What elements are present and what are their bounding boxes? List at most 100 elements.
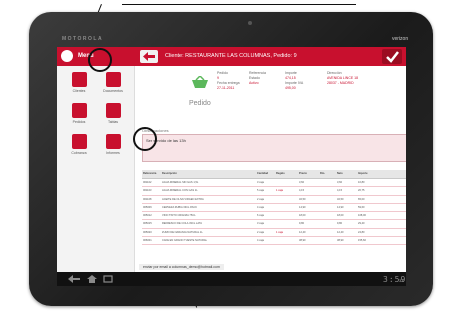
main-panel: Pedido Pedido 9 Fecha entrega 27-11-2011… xyxy=(137,66,406,272)
table-cell: 9,80 xyxy=(337,222,343,226)
collections-icon xyxy=(71,134,87,149)
table-cell: 9,80 xyxy=(299,222,305,226)
table-cell: CERVEZA RUBIA 33CL PACK xyxy=(162,205,197,209)
table-cell xyxy=(275,196,298,203)
table-cell: 12,40 xyxy=(337,230,344,234)
table-cell: 65,00 xyxy=(358,197,365,201)
table-cell xyxy=(319,229,336,236)
carrier-logo: verizon xyxy=(392,36,409,42)
order-label: Pedido xyxy=(189,100,211,107)
table-cell: 32,50 xyxy=(337,197,344,201)
sidebar-item-documentos[interactable]: Documentos xyxy=(98,72,128,93)
column-header[interactable]: Importe xyxy=(357,170,382,178)
table-cell: 3 caja xyxy=(257,222,264,226)
table-row[interactable]: 005006 CERVEZA RUBIA 33CL PACK 4 caja 14,90… xyxy=(142,204,406,213)
column-header[interactable]: Neto xyxy=(336,170,357,178)
table-cell: 108,00 xyxy=(358,214,366,218)
observations-field[interactable]: Ser servido de las 13h xyxy=(142,134,406,162)
table-row[interactable]: 005012 VINO TINTO CRIANZA 75CL 6 caja 18,00… xyxy=(142,212,406,221)
table-cell xyxy=(319,237,336,244)
sidebar-item-pedidos[interactable]: Pedidos xyxy=(64,103,94,124)
table-cell xyxy=(319,204,336,211)
table-cell: CAFE EN GRANO TUESTE NATURAL xyxy=(162,239,208,243)
table-cell: ZUMO DE NARANJA NATURAL 1L xyxy=(162,230,203,234)
order-field: Pedido 9 Fecha entrega 27-11-2011 xyxy=(217,71,240,91)
app-logo-icon[interactable] xyxy=(61,50,73,62)
table-cell: ACEITE DE OLIVA VIRGEN EXTRA xyxy=(162,197,204,201)
device-brand: MOTOROLA xyxy=(62,36,104,42)
table-cell: 38,90 xyxy=(337,239,344,243)
table-cell: 4 caja xyxy=(257,239,264,243)
table-cell: 59,60 xyxy=(358,205,365,209)
table-cell xyxy=(275,237,298,244)
back-button[interactable] xyxy=(140,50,158,63)
order-field: Referencia Estado Activo xyxy=(249,71,266,86)
table-cell: 3 caja xyxy=(257,181,264,184)
table-cell xyxy=(275,204,298,211)
table-cell: VINO TINTO CRIANZA 75CL xyxy=(162,214,196,218)
table-cell: 005012 xyxy=(143,214,152,218)
table-cell: 2 caja xyxy=(257,197,264,201)
reports-icon xyxy=(105,134,121,149)
column-header[interactable]: Dto. xyxy=(319,170,336,178)
table-row[interactable]: 001102 AGUA MINERAL SIN GAS 1,5L 3 caja 3,6… xyxy=(142,179,406,188)
table-cell: 12,40 xyxy=(299,230,306,234)
table-cell: 3,60 xyxy=(337,181,343,184)
table-cell: 005015 xyxy=(143,222,152,226)
sidebar-item-cobranza[interactable]: Cobranza xyxy=(64,134,94,155)
table-cell: 1 caja xyxy=(276,189,283,193)
sidebar-item-label: Cobranza xyxy=(71,151,87,155)
arrow-left-icon xyxy=(143,52,155,61)
table-row[interactable]: 001108 ACEITE DE OLIVA VIRGEN EXTRA 2 caja… xyxy=(142,196,406,204)
sidebar-item-label: Clientes xyxy=(72,89,86,93)
status-indicator: 33 xyxy=(399,278,404,283)
sidebar-item-clientes[interactable]: Clientes xyxy=(64,72,94,93)
table-header: Referencia Descripción Cantidad Regalo P… xyxy=(142,170,406,179)
app-screen: Menu Cliente: RESTAURANTE LAS COLUMNAS, … xyxy=(57,47,406,272)
table-row[interactable]: 001103 AGUA MINERAL CON GAS 1L 5 caja 1 caj… xyxy=(142,187,406,196)
page-title: Cliente: RESTAURANTE LAS COLUMNAS, Pedid… xyxy=(165,53,297,59)
column-header[interactable]: Cantidad xyxy=(256,170,275,178)
camera-icon xyxy=(248,21,252,25)
table-cell: AGUA MINERAL CON GAS 1L xyxy=(162,189,198,193)
sidebar-item-tablas[interactable]: Tablas xyxy=(98,103,128,124)
check-icon xyxy=(386,51,399,63)
sidebar-item-label: Pedidos xyxy=(72,120,86,124)
field-value: 28037 - MADRID xyxy=(327,81,354,85)
table-row[interactable]: 005015 REFRESCO DE COLA 33CL LATA 3 caja 9,… xyxy=(142,220,406,229)
table-cell xyxy=(275,179,298,186)
clients-icon xyxy=(71,72,87,87)
documents-icon xyxy=(105,72,121,87)
table-cell: 14,90 xyxy=(337,205,344,209)
table-row[interactable]: 005020 ZUMO DE NARANJA NATURAL 1L 2 caja 1 … xyxy=(142,229,406,238)
table-cell: 001102 xyxy=(143,181,152,184)
sidebar-item-informes[interactable]: Informes xyxy=(98,134,128,155)
table-cell xyxy=(275,212,298,219)
column-header[interactable]: Regalo xyxy=(275,170,298,178)
order-lines-table: Referencia Descripción Cantidad Regalo P… xyxy=(142,170,406,246)
email-link[interactable]: enviar por email a columnas_demo@hotmail… xyxy=(139,264,224,270)
table-cell: 32,50 xyxy=(299,197,306,201)
table-cell: 24,80 xyxy=(358,230,365,234)
table-cell: 14,90 xyxy=(299,205,306,209)
table-row[interactable]: 006001 CAFE EN GRANO TUESTE NATURAL 4 caja… xyxy=(142,237,406,246)
table-cell: 4 caja xyxy=(257,205,264,209)
column-header[interactable]: Descripción xyxy=(161,170,256,178)
table-cell: 001103 xyxy=(143,189,152,193)
column-header[interactable]: Precio xyxy=(298,170,319,178)
system-nav-bar xyxy=(57,272,406,286)
table-cell: 29,40 xyxy=(358,222,365,226)
table-cell xyxy=(319,187,336,194)
table-cell xyxy=(319,179,336,186)
top-callout-line-horizontal xyxy=(122,4,356,5)
table-cell: 005006 xyxy=(143,205,152,209)
confirm-button[interactable] xyxy=(382,49,402,64)
recent-apps-icon[interactable] xyxy=(103,275,113,283)
field-value: Activo xyxy=(249,81,259,85)
back-nav-icon[interactable] xyxy=(67,275,81,283)
order-field: Dirección AVENIDA LINCE 18 28037 - MADRI… xyxy=(327,71,358,86)
field-value: 495,00 xyxy=(285,86,296,90)
column-header[interactable]: Referencia xyxy=(142,170,161,178)
home-icon[interactable] xyxy=(87,275,97,283)
table-cell: 6 caja xyxy=(257,214,264,218)
